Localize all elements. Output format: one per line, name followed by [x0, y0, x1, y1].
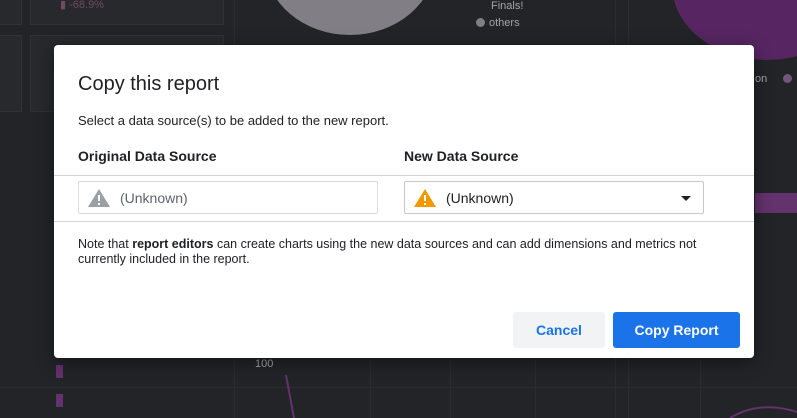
dialog-title: Copy this report — [78, 73, 220, 95]
divider — [54, 175, 754, 176]
copy-report-dialog: Copy this report Select a data source(s)… — [54, 45, 754, 358]
cancel-button[interactable]: Cancel — [513, 312, 605, 348]
copy-report-button[interactable]: Copy Report — [613, 312, 740, 348]
original-data-source-field: (Unknown) — [78, 181, 378, 214]
warning-icon — [88, 188, 110, 207]
divider — [54, 221, 754, 222]
new-data-source-value: (Unknown) — [446, 189, 514, 206]
dialog-note: Note that report editors can create char… — [78, 237, 697, 266]
new-data-source-select[interactable]: (Unknown) — [404, 181, 704, 214]
chevron-down-icon[interactable] — [681, 196, 691, 201]
original-data-source-header: Original Data Source — [78, 148, 217, 164]
note-emphasis: report editors — [132, 237, 214, 251]
dialog-subtitle: Select a data source(s) to be added to t… — [78, 113, 389, 128]
new-data-source-header: New Data Source — [404, 148, 519, 164]
original-data-source-value: (Unknown) — [120, 189, 188, 206]
warning-icon — [414, 188, 436, 207]
